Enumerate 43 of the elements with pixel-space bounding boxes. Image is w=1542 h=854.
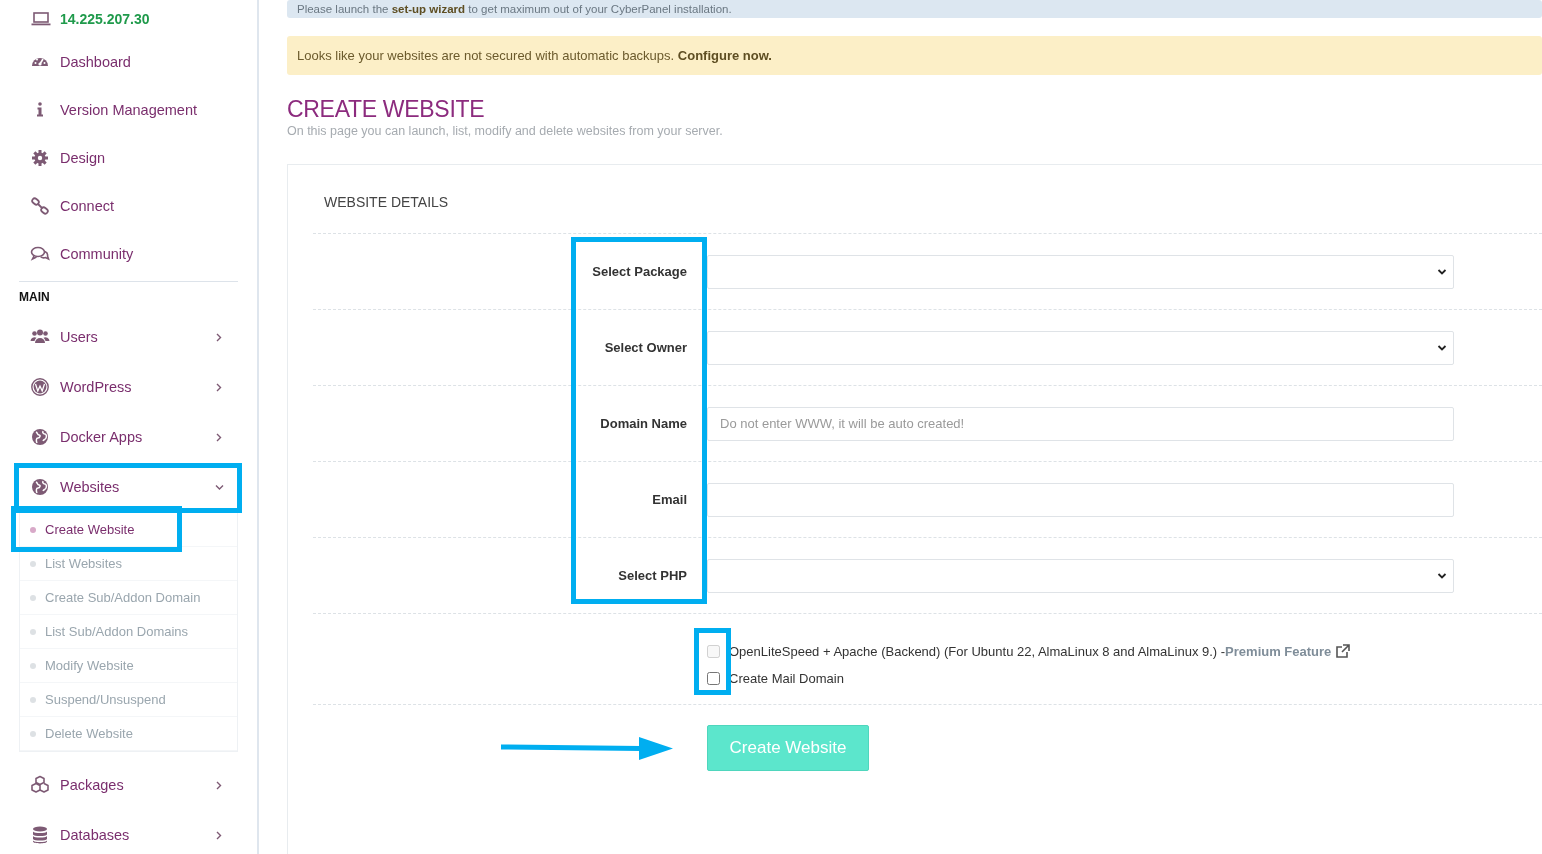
sidebar-item[interactable]: WordPress bbox=[0, 362, 238, 412]
field-label: Email bbox=[651, 492, 688, 507]
sidebar-item[interactable]: Community bbox=[0, 230, 238, 278]
sidebar-item[interactable]: Version Management bbox=[0, 86, 238, 134]
warning-alert: Looks like your websites are not secured with automatic backups. Configure now. bbox=[287, 36, 1542, 75]
sidebar-item[interactable]: Users bbox=[0, 312, 238, 362]
laptop-icon bbox=[31, 11, 51, 27]
page-subtitle: On this page you can launch, list, modify and delete websites from your server. bbox=[287, 124, 724, 138]
external-link-icon bbox=[1335, 644, 1352, 659]
submenu-item[interactable]: Create Website bbox=[20, 513, 237, 547]
globe-icon bbox=[30, 477, 50, 497]
sidebar-item[interactable]: Packages bbox=[0, 760, 238, 810]
chevron-down-icon bbox=[1437, 343, 1447, 352]
select-field[interactable] bbox=[707, 558, 1454, 593]
field-label: Select Owner bbox=[603, 340, 688, 355]
link-icon bbox=[30, 196, 50, 216]
field-label: Select PHP bbox=[617, 568, 688, 583]
panel-heading: WEBSITE DETAILS bbox=[313, 165, 1542, 234]
sidebar-item[interactable]: Docker Apps bbox=[0, 412, 238, 462]
cubes-icon bbox=[30, 775, 50, 795]
chevron-down-icon bbox=[1437, 571, 1447, 580]
input-field[interactable] bbox=[707, 482, 1454, 517]
info-alert: Please launch the set-up wizard to get maximum out of your CyberPanel installation. bbox=[287, 0, 1542, 18]
select-field[interactable] bbox=[707, 330, 1454, 365]
select-field[interactable] bbox=[707, 254, 1454, 289]
server-ip: 14.225.207.30 bbox=[60, 11, 150, 27]
field-label: Domain Name bbox=[599, 416, 688, 431]
sidebar-item[interactable]: Databases bbox=[0, 810, 238, 854]
sidebar-item[interactable]: Websites bbox=[0, 462, 238, 512]
field-label: Select Package bbox=[591, 264, 688, 279]
sidebar-item[interactable]: Connect bbox=[0, 182, 238, 230]
sidebar-item[interactable]: Dashboard bbox=[0, 38, 238, 86]
circle-logo-icon bbox=[30, 377, 50, 397]
section-label: MAIN bbox=[18, 289, 51, 306]
page-title: CREATE WEBSITE bbox=[287, 96, 486, 123]
input-field[interactable]: Do not enter WWW, it will be auto created! bbox=[707, 406, 1454, 441]
database-icon bbox=[30, 825, 50, 845]
chevron-down-icon bbox=[1437, 267, 1447, 276]
option-label: OpenLiteSpeed + Apache (Backend) (For Ubuntu 22, AlmaLinux 8 and AlmaLinux 9.) - bbox=[729, 644, 1226, 659]
globe-icon bbox=[30, 427, 50, 447]
gear-icon bbox=[30, 148, 50, 168]
sidebar-item[interactable]: Design bbox=[0, 134, 238, 182]
checkbox[interactable] bbox=[707, 672, 720, 685]
